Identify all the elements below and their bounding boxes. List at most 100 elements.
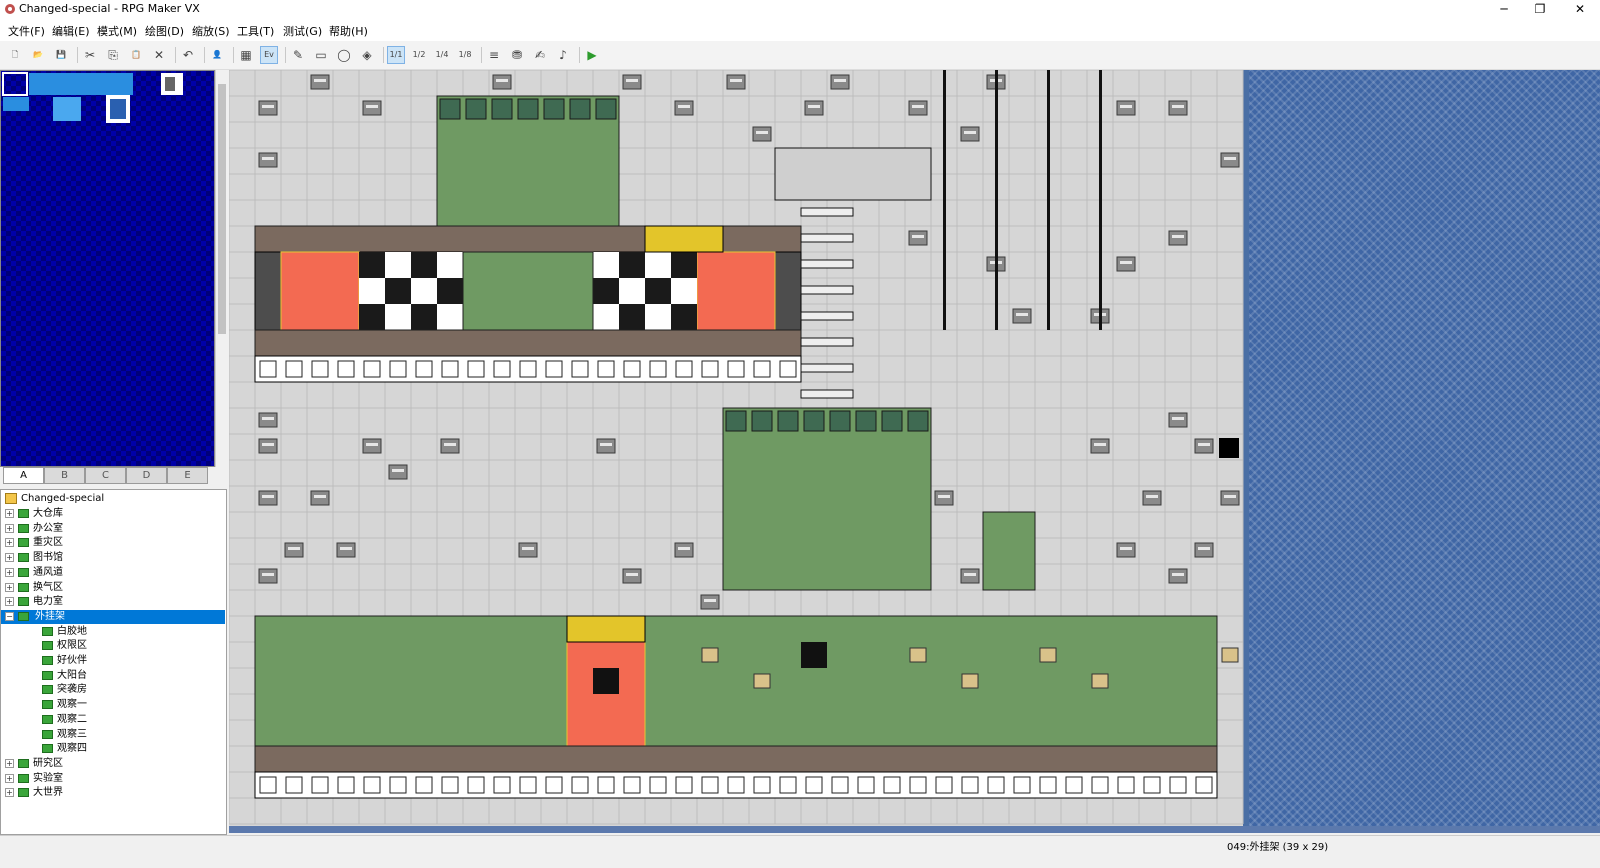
tree-item[interactable]: + 换气区 xyxy=(1,581,225,595)
map-icon xyxy=(18,509,29,518)
zoom-1-8-button[interactable]: 1/8 xyxy=(456,46,474,64)
event-mode-icon: 👤 xyxy=(212,50,222,59)
tree-item[interactable]: − 外挂架 xyxy=(1,609,225,624)
ellipse-button[interactable]: ◯ xyxy=(335,46,353,64)
wall-vent-slot xyxy=(964,573,976,576)
new-project-button[interactable]: 🗋 xyxy=(6,46,24,64)
map-horizontal-scrollbar[interactable] xyxy=(229,826,1600,833)
tree-item-label: 研究区 xyxy=(33,757,63,769)
tree-item[interactable]: + 大世界 xyxy=(1,786,225,800)
tree-item[interactable]: 观察三 xyxy=(1,728,225,742)
database-button[interactable]: ≡ xyxy=(485,46,503,64)
palette-scroll-thumb[interactable] xyxy=(218,84,226,334)
tree-item[interactable]: + 通风道 xyxy=(1,566,225,580)
tree-item[interactable]: + 研究区 xyxy=(1,757,225,771)
sound-test-button[interactable]: ♪ xyxy=(554,46,572,64)
tab-b[interactable]: B xyxy=(44,467,85,484)
tree-item[interactable]: 突袭房 xyxy=(1,683,225,697)
copy-button[interactable]: ⎘ xyxy=(104,46,122,64)
railing-post xyxy=(1013,776,1031,794)
maximize-button[interactable]: ❐ xyxy=(1522,0,1558,19)
tab-a[interactable]: A xyxy=(3,467,44,484)
delete-button[interactable]: ✕ xyxy=(150,46,168,64)
tree-item[interactable]: 权限区 xyxy=(1,639,225,653)
tree-item[interactable]: + 电力室 xyxy=(1,595,225,609)
palette-scrollbar[interactable] xyxy=(215,70,227,467)
expand-icon[interactable]: + xyxy=(5,597,14,607)
zoom-1-1-button[interactable]: 1/1 xyxy=(387,46,405,64)
undo-button[interactable]: ↶ xyxy=(179,46,197,64)
tree-item[interactable]: + 大仓库 xyxy=(1,507,225,521)
railing-post xyxy=(727,776,745,794)
tree-item[interactable]: 白胶地 xyxy=(1,625,225,639)
map-tree[interactable]: Changed-special + 大仓库 + 办公室 + 重灾区 + 图书馆 + 通风道 + 换气区… xyxy=(0,489,227,835)
tree-item[interactable]: + 图书馆 xyxy=(1,551,225,565)
menu-draw[interactable]: 绘图(D) xyxy=(145,23,184,39)
map-void-area xyxy=(1249,70,1600,833)
menu-edit[interactable]: 编辑(E) xyxy=(52,23,90,39)
tree-item[interactable]: 好伙伴 xyxy=(1,654,225,668)
map-canvas[interactable] xyxy=(229,70,1249,828)
tree-item[interactable]: 观察四 xyxy=(1,742,225,756)
script-editor-icon: ✍ xyxy=(534,48,546,62)
tree-item[interactable]: + 实验室 xyxy=(1,772,225,786)
paste-button[interactable]: 📋 xyxy=(127,46,145,64)
menu-mode[interactable]: 模式(M) xyxy=(97,23,137,39)
rectangle-button[interactable]: ▭ xyxy=(312,46,330,64)
tree-item[interactable]: + 重灾区 xyxy=(1,536,225,550)
sand-mound-icon xyxy=(1039,647,1057,663)
playtest-button[interactable]: ▶ xyxy=(583,46,601,64)
fill-button[interactable]: ◈ xyxy=(358,46,376,64)
tree-item[interactable]: 观察一 xyxy=(1,698,225,712)
ladder-rung xyxy=(800,363,854,373)
checker-tile xyxy=(437,252,463,278)
checker-tile xyxy=(593,252,619,278)
tree-item[interactable]: 观察二 xyxy=(1,713,225,727)
expand-icon[interactable]: + xyxy=(5,582,14,592)
toolbar: 🗋 📂 💾 ✂ ⎘ 📋 ✕ ↶ 👤 ▦ Ev ✎ ▭ ◯ ◈ 1/1 1/2 1/4 1/8 ≡ ⛃ ✍ ♪ ▶ xyxy=(0,41,1600,70)
event-layer-button[interactable]: Ev xyxy=(260,46,278,64)
cut-button[interactable]: ✂ xyxy=(81,46,99,64)
expand-icon[interactable]: + xyxy=(5,788,14,798)
menu-file[interactable]: 文件(F) xyxy=(8,23,45,39)
minimize-button[interactable]: ─ xyxy=(1486,0,1522,19)
tile-palette[interactable] xyxy=(0,70,215,467)
new-project-icon: 🗋 xyxy=(11,50,19,59)
tree-item[interactable]: + 办公室 xyxy=(1,522,225,536)
menu-help[interactable]: 帮助(H) xyxy=(329,23,368,39)
expand-icon[interactable]: + xyxy=(5,509,14,518)
close-button[interactable]: ✕ xyxy=(1562,0,1598,19)
pencil-button[interactable]: ✎ xyxy=(289,46,307,64)
railing-post xyxy=(1117,776,1135,794)
tree-item[interactable]: 大阳台 xyxy=(1,669,225,683)
checker-tile xyxy=(437,278,463,304)
expand-icon[interactable]: + xyxy=(5,567,14,577)
railing-post xyxy=(779,776,797,794)
zoom-1-4-button[interactable]: 1/4 xyxy=(433,46,451,64)
open-project-button[interactable]: 📂 xyxy=(29,46,47,64)
event-mode-button[interactable]: 👤 xyxy=(208,46,226,64)
map-mode-button[interactable]: ▦ xyxy=(237,46,255,64)
menu-test[interactable]: 测试(G) xyxy=(283,23,322,39)
railing-post xyxy=(649,776,667,794)
expand-icon[interactable]: + xyxy=(5,538,14,548)
expand-icon[interactable]: + xyxy=(5,773,14,783)
expand-icon[interactable]: + xyxy=(5,553,14,563)
wall-vent-slot xyxy=(1120,261,1132,264)
expand-icon[interactable]: + xyxy=(5,523,14,533)
materials-button[interactable]: ⛃ xyxy=(508,46,526,64)
zoom-1-2-button[interactable]: 1/2 xyxy=(410,46,428,64)
menu-zoom[interactable]: 缩放(S) xyxy=(192,23,230,39)
tab-d[interactable]: D xyxy=(126,467,167,484)
tree-root[interactable]: Changed-special xyxy=(5,492,225,506)
tile-palette-canvas[interactable] xyxy=(1,71,215,467)
script-editor-button[interactable]: ✍ xyxy=(531,46,549,64)
expand-icon[interactable]: + xyxy=(5,758,14,768)
collapse-icon[interactable]: − xyxy=(5,611,14,621)
folder-icon xyxy=(5,493,17,504)
save-button[interactable]: 💾 xyxy=(52,46,70,64)
map-viewport[interactable] xyxy=(229,70,1600,833)
tab-e[interactable]: E xyxy=(167,467,208,484)
menu-tools[interactable]: 工具(T) xyxy=(237,23,274,39)
tab-c[interactable]: C xyxy=(85,467,126,484)
